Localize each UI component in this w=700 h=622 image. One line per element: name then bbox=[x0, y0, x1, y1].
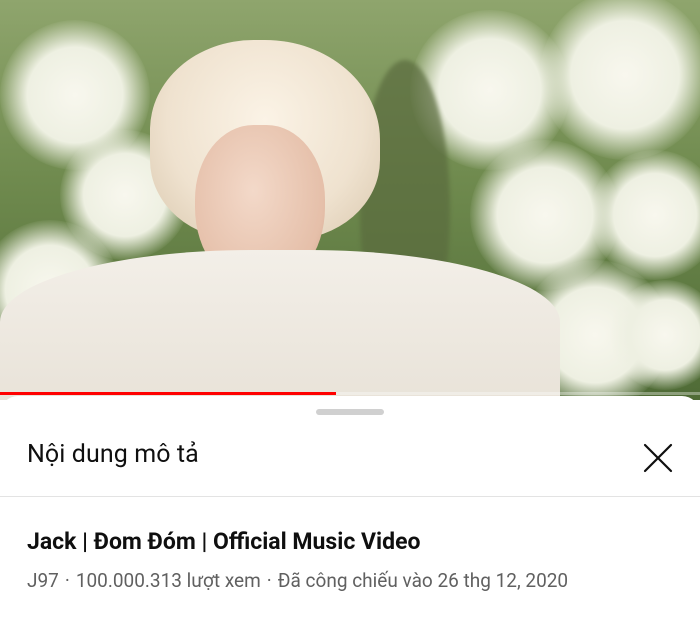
description-sheet: Nội dung mô tả Jack | Đom Đóm | Official… bbox=[0, 396, 700, 622]
video-title: Jack | Đom Đóm | Official Music Video bbox=[27, 528, 421, 555]
view-count: 100.000.313 lượt xem bbox=[75, 569, 261, 592]
premiere-date: Đã công chiếu vào 26 thg 12, 2020 bbox=[277, 569, 569, 592]
close-icon bbox=[643, 443, 673, 473]
background-flower bbox=[540, 0, 700, 160]
video-player[interactable] bbox=[0, 0, 700, 400]
sheet-header: Nội dung mô tả bbox=[0, 420, 700, 497]
progress-bar-fill bbox=[0, 392, 336, 395]
sheet-title: Nội dung mô tả bbox=[27, 440, 199, 469]
meta-separator: · bbox=[266, 569, 272, 592]
channel-name[interactable]: J97 bbox=[27, 569, 59, 592]
progress-bar[interactable] bbox=[0, 392, 700, 395]
person-body bbox=[0, 250, 560, 400]
close-button[interactable] bbox=[636, 436, 680, 480]
video-meta: J97 · 100.000.313 lượt xem · Đã công chiếu v… bbox=[27, 569, 568, 592]
drag-handle[interactable] bbox=[316, 409, 384, 415]
meta-separator: · bbox=[64, 569, 70, 592]
